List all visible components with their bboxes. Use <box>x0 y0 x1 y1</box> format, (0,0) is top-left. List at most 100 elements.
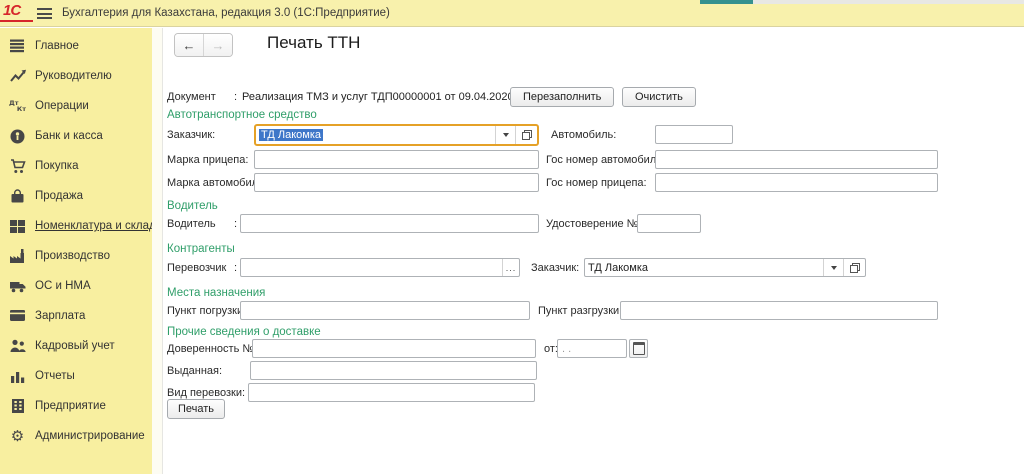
trailer-brand-input[interactable] <box>254 150 539 169</box>
sidebar-item-label: Продажа <box>35 190 83 202</box>
window-title: Бухгалтерия для Казахстана, редакция 3.0… <box>62 7 390 19</box>
1c-logo: 1С <box>3 3 20 18</box>
loading-point-input[interactable] <box>240 301 530 320</box>
sidebar-item-operations[interactable]: ДтКт Операции <box>0 91 152 121</box>
cart-icon <box>9 159 26 174</box>
bag-icon <box>9 189 26 204</box>
car-brand-input[interactable] <box>254 173 539 192</box>
gear-icon: ⚙ <box>9 429 26 444</box>
section-other-title: Прочие сведения о доставке <box>167 326 321 338</box>
debit-credit-icon: ДтКт <box>9 100 26 113</box>
sidebar-item-hr[interactable]: Кадровый учет <box>0 331 152 361</box>
contractor-customer-dropdown-button[interactable] <box>823 259 843 276</box>
contractor-customer-label: Заказчик: <box>531 262 579 274</box>
carrier-field-value[interactable] <box>241 259 502 276</box>
building-icon <box>9 399 26 413</box>
bar-chart-icon <box>9 370 26 383</box>
contractor-customer-combo[interactable]: ТД Лакомка <box>584 258 866 277</box>
issued-by-input[interactable] <box>250 361 537 380</box>
loading-point-label: Пункт погрузки: <box>167 305 246 317</box>
section-contractors-title: Контрагенты <box>167 243 235 255</box>
section-destinations-title: Места назначения <box>167 287 265 299</box>
trailer-number-label: Гос номер прицепа: <box>546 177 647 189</box>
driver-label: Водитель <box>167 218 216 230</box>
sidebar-item-production[interactable]: Производство <box>0 241 152 271</box>
sidebar-item-label: Номенклатура и склад <box>35 220 156 232</box>
sidebar-item-inventory-warehouse[interactable]: Номенклатура и склад <box>0 211 152 241</box>
trend-icon <box>9 69 26 83</box>
sidebar-item-fixed-assets[interactable]: ОС и НМА <box>0 271 152 301</box>
open-icon <box>850 263 860 273</box>
sidebar-item-administration[interactable]: ⚙ Администрирование <box>0 421 152 451</box>
license-label: Удостоверение №: <box>546 218 642 230</box>
issued-by-label: Выданная: <box>167 365 222 377</box>
sidebar-item-label: Зарплата <box>35 310 85 322</box>
sidebar-item-manager[interactable]: Руководителю <box>0 61 152 91</box>
people-icon <box>9 339 26 353</box>
driver-separator: : <box>234 218 237 230</box>
car-number-label: Гос номер автомобиля: <box>546 154 665 166</box>
customer-combo-open-button[interactable] <box>515 126 537 144</box>
carrier-label: Перевозчик <box>167 262 226 274</box>
sidebar-item-label: Отчеты <box>35 370 75 382</box>
carrier-choose-button[interactable]: ... <box>502 259 519 276</box>
sidebar-item-label: Банк и касса <box>35 130 103 142</box>
trailer-brand-label: Марка прицепа: <box>167 154 248 166</box>
forward-button[interactable]: → <box>203 34 232 56</box>
transport-type-input[interactable] <box>248 383 535 402</box>
customer-combo-value-area[interactable]: ТД Лакомка <box>256 126 495 144</box>
chevron-down-icon <box>831 266 837 270</box>
refill-button[interactable]: Перезаполнить <box>510 87 614 107</box>
section-vehicle-title: Автотранспортное средство <box>167 109 317 121</box>
poa-number-input[interactable] <box>252 339 536 358</box>
table-icon <box>9 220 26 233</box>
app-window: 1С Бухгалтерия для Казахстана, редакция … <box>0 0 1024 474</box>
car-input[interactable] <box>655 125 733 144</box>
driver-input[interactable] <box>240 214 539 233</box>
customer-label: Заказчик: <box>167 129 215 141</box>
calendar-icon <box>633 342 645 355</box>
history-nav: ← → <box>174 33 233 57</box>
poa-date-input[interactable] <box>557 339 627 358</box>
print-button[interactable]: Печать <box>167 399 225 419</box>
carrier-field[interactable]: ... <box>240 258 520 277</box>
sidebar-item-home[interactable]: Главное <box>0 31 152 61</box>
transport-type-label: Вид перевозки: <box>167 387 245 399</box>
factory-icon <box>9 249 26 263</box>
sidebar-item-purchase[interactable]: Покупка <box>0 151 152 181</box>
poa-date-label: от: <box>544 343 558 355</box>
sidebar-item-enterprise[interactable]: Предприятие <box>0 391 152 421</box>
customer-combo-value: ТД Лакомка <box>259 129 323 141</box>
1c-logo-underline <box>0 20 33 22</box>
car-label: Автомобиль: <box>551 129 616 141</box>
contractor-customer-value-area[interactable]: ТД Лакомка <box>585 259 823 276</box>
sidebar-splitter <box>152 28 163 474</box>
sidebar-item-salary[interactable]: Зарплата <box>0 301 152 331</box>
truck-icon <box>9 280 26 293</box>
trailer-number-input[interactable] <box>655 173 938 192</box>
sidebar-item-label: Главное <box>35 40 79 52</box>
contractor-customer-open-button[interactable] <box>843 259 865 276</box>
sidebar-item-label: Производство <box>35 250 110 262</box>
carrier-separator: : <box>234 262 237 274</box>
clear-button[interactable]: Очистить <box>622 87 696 107</box>
car-brand-label: Марка автомобиля: <box>167 177 267 189</box>
unloading-point-input[interactable] <box>620 301 938 320</box>
sidebar-item-label: ОС и НМА <box>35 280 91 292</box>
title-bar: 1С Бухгалтерия для Казахстана, редакция … <box>0 0 1024 27</box>
sidebar-item-sale[interactable]: Продажа <box>0 181 152 211</box>
car-number-input[interactable] <box>655 150 938 169</box>
poa-date-calendar-button[interactable] <box>629 339 648 358</box>
sidebar-item-label: Покупка <box>35 160 78 172</box>
wallet-icon <box>9 310 26 322</box>
sidebar: Главное Руководителю ДтКт Операции Банк … <box>0 28 152 474</box>
back-button[interactable]: ← <box>175 34 203 56</box>
license-input[interactable] <box>637 214 701 233</box>
customer-combo[interactable]: ТД Лакомка <box>254 124 539 146</box>
unloading-point-label: Пункт разгрузки: <box>538 305 622 317</box>
main-menu-icon[interactable] <box>37 8 52 22</box>
sidebar-item-label: Предприятие <box>35 400 106 412</box>
customer-combo-dropdown-button[interactable] <box>495 126 515 144</box>
sidebar-item-bank-cash[interactable]: Банк и касса <box>0 121 152 151</box>
sidebar-item-reports[interactable]: Отчеты <box>0 361 152 391</box>
